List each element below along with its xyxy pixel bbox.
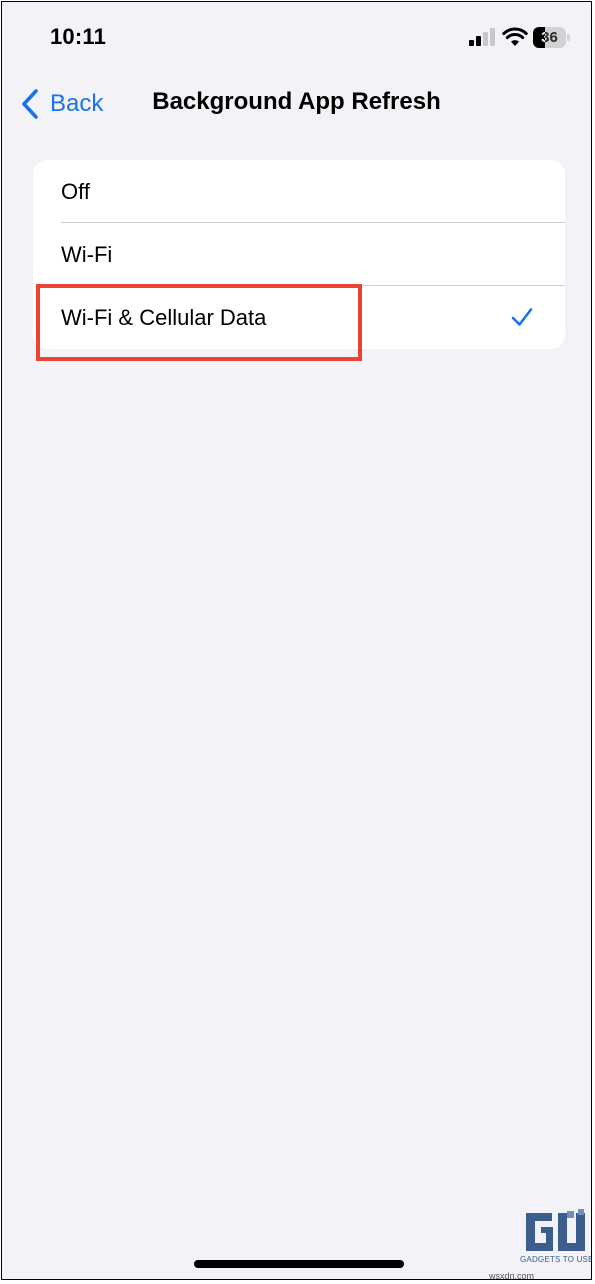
option-label: Off [61, 178, 90, 204]
gtu-logo-icon [526, 1209, 585, 1251]
signal-bar [469, 40, 474, 46]
settings-screen: 10:11 36 Background App Refresh Back Off [1, 1, 592, 1280]
battery-level: 36 [541, 29, 558, 46]
site-watermark: wsxdn.com [489, 1271, 535, 1280]
signal-bar [476, 36, 481, 46]
option-off[interactable]: Off [33, 160, 565, 223]
checkmark-icon [511, 308, 533, 326]
refresh-options-list: Off Wi-Fi Wi-Fi & Cellular Data [33, 160, 565, 349]
back-label: Back [50, 90, 104, 117]
option-wifi-cellular[interactable]: Wi-Fi & Cellular Data [33, 286, 565, 349]
option-label: Wi-Fi & Cellular Data [61, 304, 267, 330]
battery-icon: 36 [533, 27, 571, 48]
option-label: Wi-Fi [61, 241, 113, 267]
back-button[interactable]: Back [20, 86, 103, 122]
home-indicator[interactable] [194, 1260, 404, 1268]
logo-text: GADGETS TO USE [520, 1255, 592, 1264]
gadgets-to-use-logo: GADGETS TO USE [520, 1209, 592, 1265]
wifi-icon [502, 27, 528, 46]
status-time: 10:11 [50, 24, 107, 49]
signal-bar [490, 28, 495, 46]
cellular-signal-icon [469, 28, 495, 46]
chevron-left-icon [22, 89, 38, 119]
signal-bar [483, 32, 488, 46]
battery-body: 36 [533, 27, 566, 48]
battery-cap [567, 34, 570, 41]
option-wifi[interactable]: Wi-Fi [33, 223, 565, 286]
